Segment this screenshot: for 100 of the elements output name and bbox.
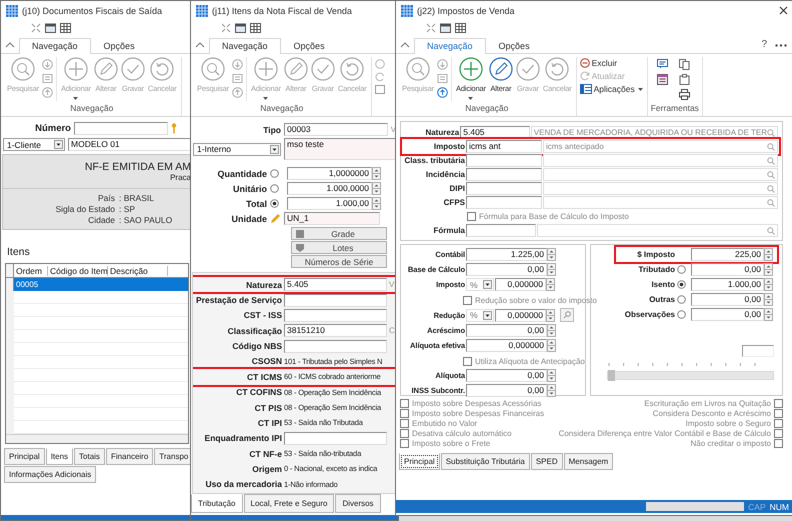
code-field[interactable] — [466, 182, 542, 195]
dropdown-field[interactable]: 1-Cliente — [3, 138, 65, 151]
search-icon[interactable] — [767, 226, 775, 234]
search-icon[interactable] — [767, 128, 775, 136]
radio-button[interactable] — [270, 184, 279, 193]
search-icon[interactable] — [767, 184, 775, 192]
spin-buttons-icon[interactable] — [546, 278, 555, 291]
description-field[interactable] — [537, 224, 778, 237]
checkbox[interactable] — [463, 296, 472, 305]
number-field[interactable]: 0,00 — [466, 263, 547, 276]
code-field[interactable] — [466, 196, 542, 209]
checkbox[interactable] — [400, 419, 409, 428]
spin-buttons-icon[interactable] — [372, 197, 381, 210]
spin-buttons-icon[interactable] — [764, 248, 773, 261]
action-button[interactable]: Lotes — [291, 241, 387, 254]
input-field[interactable] — [284, 294, 387, 307]
spin-buttons-icon[interactable] — [547, 324, 556, 337]
number-field[interactable]: 1.000,00 — [287, 197, 372, 210]
input-field[interactable] — [466, 224, 536, 237]
input-field[interactable]: 00003 — [284, 123, 388, 136]
number-field[interactable]: 0,00 — [466, 324, 547, 337]
spin-buttons-icon[interactable] — [547, 384, 556, 397]
ribbon-tab[interactable]: Navegação — [414, 38, 486, 54]
document-icon[interactable] — [656, 74, 668, 85]
radio-button[interactable] — [677, 310, 686, 319]
checkbox[interactable] — [774, 429, 783, 438]
number-field[interactable]: 1.225,00 — [466, 248, 547, 261]
number-field[interactable]: 225,00 — [691, 248, 764, 261]
slider-thumb[interactable] — [608, 370, 615, 381]
description-field[interactable] — [543, 196, 778, 209]
ribbon-tab[interactable]: Navegação — [19, 38, 91, 54]
checkbox[interactable] — [774, 419, 783, 428]
input-field[interactable] — [284, 432, 387, 445]
collapse-icon[interactable] — [426, 23, 436, 33]
search-button[interactable] — [560, 308, 574, 322]
toolbar-button[interactable]: Excluir — [580, 58, 644, 68]
description-field[interactable] — [543, 154, 778, 167]
toolbar-button[interactable]: Aplicações — [580, 84, 644, 94]
spin-buttons-icon[interactable] — [547, 339, 556, 352]
clipboard-icon[interactable] — [678, 74, 690, 85]
grid-icon[interactable] — [455, 23, 466, 33]
collapse-icon[interactable] — [221, 23, 231, 33]
grid-icon[interactable] — [60, 23, 71, 33]
action-button[interactable]: Grade — [291, 227, 387, 240]
checkbox[interactable] — [400, 429, 409, 438]
ribbon-tab[interactable]: Opções — [90, 38, 148, 54]
help-button[interactable]: ? — [753, 39, 775, 53]
tab[interactable]: Local, Frete e Seguro — [244, 494, 334, 513]
checkbox[interactable] — [400, 439, 409, 448]
search-icon[interactable] — [767, 170, 775, 178]
spin-buttons-icon[interactable] — [372, 167, 381, 180]
dropdown-field[interactable]: 1-Interno — [193, 142, 281, 156]
close-icon[interactable] — [779, 6, 788, 15]
calendar-icon[interactable] — [440, 23, 451, 33]
number-field[interactable]: 0,000000 — [495, 278, 546, 291]
number-field[interactable]: 0,00 — [691, 308, 764, 321]
input-field[interactable]: 5.405 — [284, 278, 387, 292]
spin-buttons-icon[interactable] — [764, 278, 773, 291]
number-field[interactable]: 0,00 — [466, 369, 547, 382]
number-field[interactable]: 0,000000 — [495, 308, 546, 322]
radio-button[interactable] — [677, 295, 686, 304]
checkbox[interactable] — [400, 399, 409, 408]
tab[interactable]: Diversos — [335, 494, 381, 513]
description-field[interactable] — [543, 168, 778, 181]
printer-icon[interactable] — [678, 89, 690, 100]
code-field[interactable] — [466, 168, 542, 181]
horizontal-scrollbar[interactable] — [6, 434, 188, 443]
search-icon[interactable] — [767, 198, 775, 206]
number-field[interactable]: 0,00 — [691, 293, 764, 306]
tab[interactable]: Tributação — [191, 494, 242, 513]
search-icon[interactable] — [767, 142, 775, 150]
tab[interactable]: Itens — [46, 448, 74, 465]
checkbox[interactable] — [463, 357, 472, 366]
radio-button[interactable] — [270, 199, 279, 208]
spin-buttons-icon[interactable] — [547, 263, 556, 276]
tab[interactable]: Principal — [4, 448, 45, 465]
ribbon-tab[interactable]: Opções — [486, 38, 543, 54]
tab[interactable]: Financeiro — [106, 448, 154, 465]
grid-icon[interactable] — [250, 23, 261, 33]
spin-buttons-icon[interactable] — [372, 182, 381, 195]
input-field[interactable]: UN_1 — [284, 212, 380, 225]
input-field[interactable]: 38151210 — [284, 324, 387, 338]
tab[interactable]: Principal — [399, 453, 440, 470]
checkbox[interactable] — [774, 409, 783, 418]
input-field[interactable] — [74, 122, 168, 135]
checkbox[interactable] — [400, 409, 409, 418]
spin-buttons-icon[interactable] — [547, 248, 556, 261]
tab[interactable]: Totais — [74, 448, 105, 465]
action-button[interactable]: Números de Série — [291, 255, 387, 268]
copy-icon[interactable] — [678, 59, 690, 70]
ribbon-tab[interactable]: Opções — [280, 38, 338, 54]
unit-dropdown[interactable]: % — [466, 308, 494, 322]
number-field[interactable]: 1.000,00 — [691, 278, 764, 291]
description-field[interactable] — [543, 182, 778, 195]
collapse-ribbon-icon[interactable] — [195, 41, 205, 49]
more-icon[interactable] — [775, 44, 787, 47]
input-field[interactable] — [284, 308, 387, 322]
tab[interactable]: SPED — [530, 453, 563, 470]
collapse-ribbon-icon[interactable] — [400, 41, 410, 49]
code-field[interactable] — [466, 154, 542, 167]
